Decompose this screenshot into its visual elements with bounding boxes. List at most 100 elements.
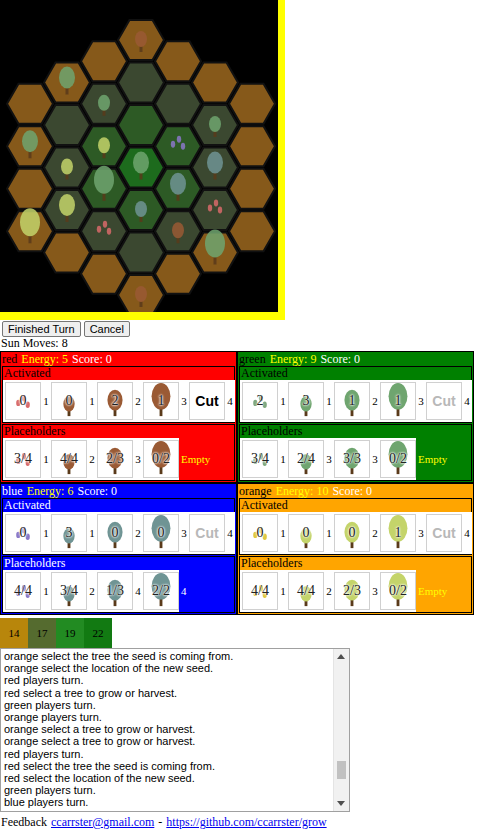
placeholder-tile[interactable]: 2/2 [143,572,179,610]
message-log[interactable]: orange select the tree the seed is comin… [0,648,350,812]
activated-tile[interactable]: 0 [143,514,179,552]
board-cell[interactable] [155,211,201,251]
board-cell[interactable] [229,211,275,251]
placeholder-tile[interactable]: 4/4 [288,572,324,610]
placeholder-tile[interactable]: 2/4 [288,440,324,478]
placeholder-tile[interactable]: 0/2 [143,440,179,478]
activated-tile[interactable]: 0 [334,514,370,552]
activated-tile[interactable]: Cut [426,382,462,420]
placeholder-tile[interactable]: 2/3 [97,440,133,478]
board-cell[interactable] [81,84,127,124]
board-cell[interactable] [155,169,201,209]
activated-tile[interactable]: 0 [5,382,41,420]
board-cell[interactable] [118,190,164,230]
tree-icon[interactable] [135,201,147,222]
board-cell[interactable] [7,169,53,209]
board-cell[interactable] [118,63,164,103]
activated-tile[interactable]: 0 [288,514,324,552]
placeholder-tile[interactable]: 2/3 [334,572,370,610]
board-cell[interactable] [155,126,201,166]
tree-icon[interactable] [59,67,75,95]
seed-icon[interactable] [97,221,111,235]
board-cell[interactable] [229,126,275,166]
board-cell[interactable] [7,126,53,166]
tree-icon[interactable] [209,116,221,137]
placeholder-tile[interactable]: 0/2 [380,572,416,610]
log-scrollbar[interactable] [333,649,349,811]
placeholder-tile[interactable]: 0/2 [380,440,416,478]
board-cell[interactable] [44,105,90,145]
board-cell[interactable] [229,84,275,124]
activated-tile[interactable]: 1 [380,382,416,420]
board-cell[interactable] [155,254,201,294]
scroll-down-icon[interactable] [337,801,345,806]
activated-tile[interactable]: 0 [5,514,41,552]
email-link[interactable]: ccarrster@gmail.com [51,815,154,830]
turn-button[interactable]: Cancel [84,321,130,337]
board-cell[interactable] [81,211,127,251]
board-cell[interactable] [81,254,127,294]
board-cell[interactable] [44,190,90,230]
placeholder-tile[interactable]: 4/4 [51,440,87,478]
turn-button[interactable]: Finished Turn [2,321,81,337]
tree-icon[interactable] [205,230,225,265]
board-cell[interactable] [44,63,90,103]
tree-icon[interactable] [207,152,223,180]
placeholder-tile[interactable]: 4/4 [5,572,41,610]
placeholder-tile[interactable]: 3/4 [51,572,87,610]
board-cell[interactable] [81,41,127,81]
activated-tile[interactable]: 3 [288,382,324,420]
activated-tile[interactable]: 2 [97,382,133,420]
activated-tile[interactable]: 0 [97,514,133,552]
board-cell[interactable] [44,233,90,273]
activated-tile[interactable]: 0 [51,382,87,420]
board-cell[interactable] [229,169,275,209]
tree-icon[interactable] [133,152,149,180]
board-cell[interactable] [155,41,201,81]
scroll-thumb[interactable] [337,761,346,779]
tree-icon[interactable] [135,286,147,307]
board-cell[interactable] [118,275,164,312]
tree-icon[interactable] [135,31,147,52]
placeholder-tile[interactable]: 4/4 [242,572,278,610]
activated-tile[interactable]: 2 [242,382,278,420]
tree-icon[interactable] [98,95,110,116]
activated-tile[interactable]: 1 [380,514,416,552]
board-cell[interactable] [192,190,238,230]
board-cell[interactable] [7,84,53,124]
activated-tile[interactable]: 1 [143,382,179,420]
board-cell[interactable] [118,233,164,273]
tree-icon[interactable] [20,208,40,243]
board-cell[interactable] [44,148,90,188]
activated-tile[interactable]: 1 [334,382,370,420]
tree-icon[interactable] [22,130,38,158]
seed-icon[interactable] [208,200,222,214]
placeholder-tile[interactable]: 3/4 [242,440,278,478]
tree-icon[interactable] [98,137,110,158]
activated-tile[interactable]: Cut [189,382,225,420]
board-cell[interactable] [192,63,238,103]
tile-cost: 3 [370,585,380,597]
tree-icon[interactable] [172,222,184,243]
board-cell[interactable] [192,148,238,188]
activated-tile[interactable]: 3 [51,514,87,552]
board-cell[interactable] [118,105,164,145]
tree-icon[interactable] [61,159,73,180]
scroll-up-icon[interactable] [337,654,345,659]
board-cell[interactable] [81,126,127,166]
board-cell[interactable] [118,148,164,188]
repo-link[interactable]: https://github.com/ccarrster/grow [166,815,326,830]
activated-tile[interactable]: Cut [426,514,462,552]
activated-tile[interactable]: Cut [189,514,225,552]
placeholder-tile[interactable]: 3/3 [334,440,370,478]
placeholder-tile[interactable]: 3/4 [5,440,41,478]
board-cell[interactable] [155,84,201,124]
board-cell[interactable] [192,105,238,145]
board-cell[interactable] [118,20,164,60]
tree-icon[interactable] [59,194,75,222]
placeholder-tile[interactable]: 1/3 [97,572,133,610]
seed-icon[interactable] [171,136,185,150]
tree-icon[interactable] [94,166,114,201]
tree-icon[interactable] [170,173,186,201]
activated-tile[interactable]: 0 [242,514,278,552]
